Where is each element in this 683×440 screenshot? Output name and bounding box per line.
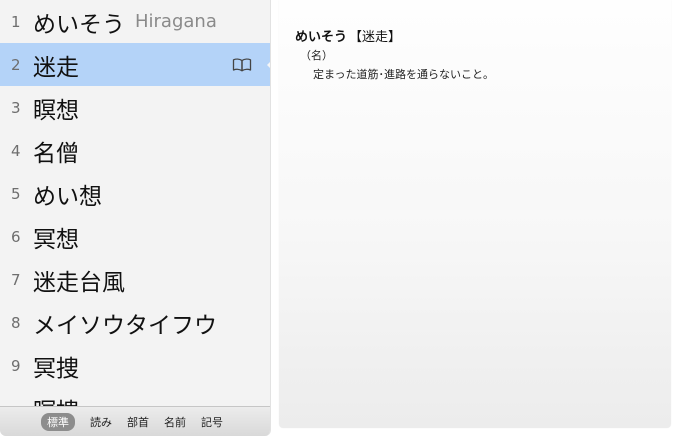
candidate-number: 3 — [11, 98, 21, 117]
candidate-text: メイソウタイフウ — [33, 312, 217, 339]
candidate-row-7[interactable]: 7 迷走台風 — [0, 258, 270, 301]
candidate-number: 8 — [11, 313, 21, 332]
candidate-row-10[interactable]: 瞑捜 — [0, 387, 270, 407]
candidate-number: 2 — [11, 55, 21, 74]
candidate-row-5[interactable]: 5 めい想 — [0, 172, 270, 215]
candidate-text: めい想 — [33, 183, 102, 210]
definition-kanji: 【迷走】 — [349, 30, 402, 45]
candidate-text: 迷走 — [33, 54, 79, 81]
candidate-text: 瞑想 — [33, 97, 79, 124]
candidate-number: 6 — [11, 227, 21, 246]
candidate-number: 9 — [11, 356, 21, 375]
candidate-row-6[interactable]: 6 冥想 — [0, 215, 270, 258]
candidate-row-3[interactable]: 3 瞑想 — [0, 86, 270, 129]
book-icon[interactable] — [232, 57, 252, 72]
candidate-number: 5 — [11, 184, 21, 203]
candidate-row-2[interactable]: 2 迷走 — [0, 43, 270, 86]
tab-symbol[interactable]: 記号 — [201, 413, 223, 431]
candidate-text: 冥捜 — [33, 355, 79, 382]
candidate-annotation: Hiragana — [135, 11, 217, 32]
definition-panel: めいそう 【迷走】 （名） 定まった道筋･進路を通らないこと。 — [279, 0, 671, 428]
candidate-number: 1 — [11, 12, 21, 31]
candidate-text: めいそう — [33, 11, 125, 38]
candidate-panel: 1 めいそう Hiragana 2 迷走 3 瞑想 4 名僧 5 めい想 6 冥… — [0, 0, 271, 436]
definition-reading: めいそう — [295, 30, 348, 45]
tab-radical[interactable]: 部首 — [127, 413, 149, 431]
candidate-list: 1 めいそう Hiragana 2 迷走 3 瞑想 4 名僧 5 めい想 6 冥… — [0, 0, 270, 406]
tab-standard[interactable]: 標準 — [41, 412, 75, 431]
candidate-text: 冥想 — [33, 226, 79, 253]
candidate-row-1[interactable]: 1 めいそう Hiragana — [0, 0, 270, 43]
candidate-text: 名僧 — [33, 140, 79, 167]
candidate-row-9[interactable]: 9 冥捜 — [0, 344, 270, 387]
tab-reading[interactable]: 読み — [90, 413, 112, 431]
definition-meaning: 定まった道筋･進路を通らないこと。 — [313, 68, 495, 81]
candidate-text: 瞑捜 — [33, 392, 79, 407]
candidate-row-4[interactable]: 4 名僧 — [0, 129, 270, 172]
candidate-number: 4 — [11, 141, 21, 160]
candidate-row-8[interactable]: 8 メイソウタイフウ — [0, 301, 270, 344]
definition-headword: めいそう 【迷走】 — [295, 26, 401, 45]
candidate-tabs: 標準 読み 部首 名前 記号 — [0, 406, 270, 436]
selection-pointer — [267, 61, 270, 69]
candidate-number: 7 — [11, 270, 21, 289]
definition-part-of-speech: （名） — [300, 49, 333, 62]
tab-name[interactable]: 名前 — [164, 413, 186, 431]
ime-candidate-window: 1 めいそう Hiragana 2 迷走 3 瞑想 4 名僧 5 めい想 6 冥… — [0, 0, 683, 440]
candidate-text: 迷走台風 — [33, 269, 125, 296]
